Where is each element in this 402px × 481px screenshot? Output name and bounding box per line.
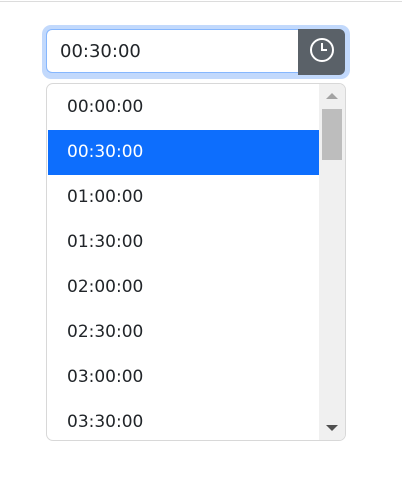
time-dropdown: 00:00:00 00:30:00 01:00:00 01:30:00 02:00:00…	[46, 83, 346, 441]
time-picker-button[interactable]	[298, 29, 345, 75]
scrollbar-thumb[interactable]	[322, 109, 342, 160]
scroll-down-arrow-icon[interactable]	[326, 425, 338, 431]
time-option[interactable]: 00:00:00	[48, 85, 320, 130]
time-option[interactable]: 02:30:00	[48, 310, 320, 355]
time-option[interactable]: 01:30:00	[48, 220, 320, 265]
time-option[interactable]: 01:00:00	[48, 175, 320, 220]
scroll-up-arrow-icon[interactable]	[326, 93, 338, 99]
time-option[interactable]: 02:00:00	[48, 265, 320, 310]
time-options-list: 00:00:00 00:30:00 01:00:00 01:30:00 02:00:00…	[48, 85, 320, 440]
scrollbar[interactable]	[319, 84, 345, 440]
time-option[interactable]: 00:30:00	[48, 130, 320, 175]
top-divider	[0, 1, 402, 2]
time-option[interactable]: 03:00:00	[48, 355, 320, 400]
time-option[interactable]: 03:30:00	[48, 400, 320, 440]
time-input[interactable]: 00:30:00	[46, 29, 298, 73]
clock-icon	[309, 37, 335, 67]
